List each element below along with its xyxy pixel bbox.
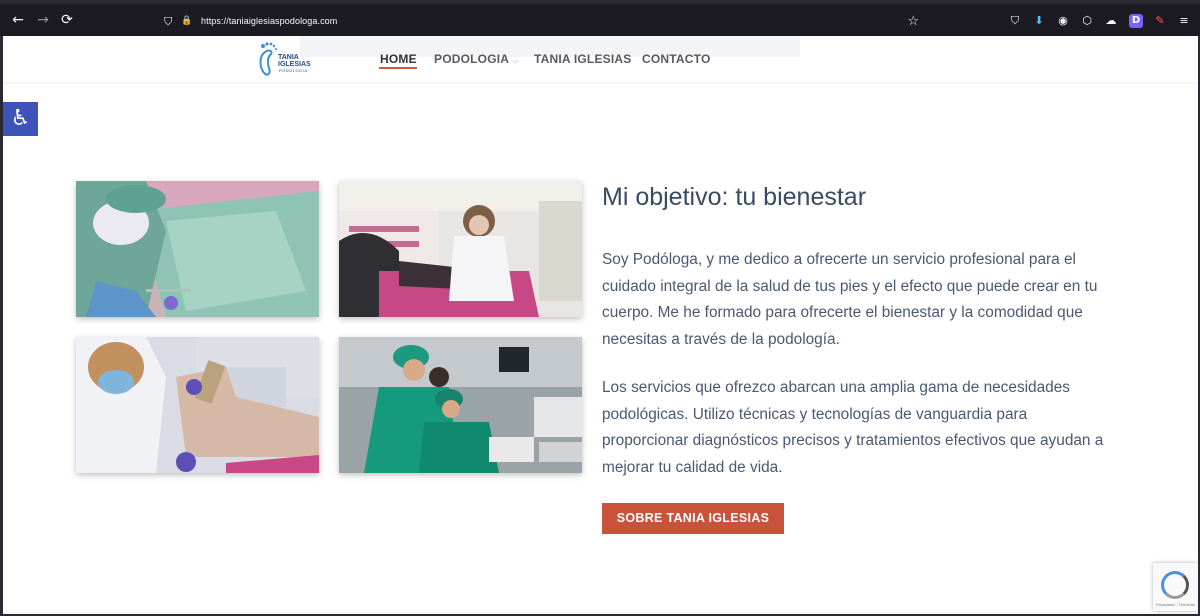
- browser-toolbar: ← → ⟳ ⛉ 🔒 https://taniaiglesiaspodologa.…: [0, 0, 1200, 36]
- menu-icon[interactable]: ≡: [1177, 14, 1191, 28]
- pocket-icon[interactable]: ⛉: [1008, 14, 1022, 28]
- intro-paragraph: Soy Podóloga, y me dedico a ofrecerte un…: [602, 251, 1098, 348]
- forward-icon[interactable]: →: [35, 12, 51, 28]
- nav-home[interactable]: HOME: [380, 52, 417, 66]
- back-icon[interactable]: ←: [10, 12, 26, 28]
- nav-active-underline: [379, 67, 417, 69]
- main-heading: Mi objetivo: tu bienestar: [602, 183, 867, 211]
- reload-icon[interactable]: ⟳: [59, 12, 75, 28]
- photo-foot-exam: [76, 337, 319, 473]
- lock-icon[interactable]: 🔒: [181, 16, 192, 26]
- recaptcha-icon: [1161, 571, 1189, 599]
- shield-icon[interactable]: ⛉: [164, 15, 172, 29]
- logo-subtitle: PODOLOGIA: [279, 68, 308, 73]
- about-tania-button[interactable]: SOBRE TANIA IGLESIAS: [602, 503, 784, 534]
- web-page: TANIA IGLESIAS PODOLOGIA HOME PODOLOGIA …: [3, 36, 1198, 614]
- account-icon[interactable]: ◉: [1056, 14, 1070, 28]
- address-bar[interactable]: ⛉ 🔒 https://taniaiglesiaspodologa.com ☆: [156, 10, 926, 34]
- cloud-icon[interactable]: ☁: [1104, 14, 1118, 28]
- pen-extension-icon[interactable]: ✎: [1153, 14, 1167, 28]
- chevron-down-icon: ⌵: [512, 56, 519, 65]
- site-header: TANIA IGLESIAS PODOLOGIA HOME PODOLOGIA …: [3, 36, 1198, 82]
- services-paragraph: Los servicios que ofrezco abarcan una am…: [602, 379, 1104, 476]
- bookmark-star-icon[interactable]: ☆: [907, 14, 919, 29]
- d-extension-icon[interactable]: D: [1129, 14, 1143, 28]
- photo-surgery: [76, 181, 319, 317]
- nav-podologia[interactable]: PODOLOGIA ⌵: [434, 52, 519, 66]
- photo-clinic-chair: [339, 181, 582, 317]
- recaptcha-text[interactable]: Privacidad - Términos: [1156, 602, 1195, 607]
- url-text[interactable]: https://taniaiglesiaspodologa.com: [201, 16, 337, 26]
- download-icon[interactable]: ⬇: [1032, 14, 1046, 28]
- nav-contacto[interactable]: CONTACTO: [642, 52, 711, 66]
- extensions-icon[interactable]: ⬡: [1080, 14, 1094, 28]
- accessibility-icon[interactable]: ♿: [3, 102, 38, 136]
- nav-tania-iglesias[interactable]: TANIA IGLESIAS: [534, 52, 631, 66]
- logo-text[interactable]: TANIA IGLESIAS: [278, 54, 311, 68]
- recaptcha-badge[interactable]: Privacidad - Términos: [1153, 563, 1198, 611]
- photo-team-scrubs: [339, 337, 582, 473]
